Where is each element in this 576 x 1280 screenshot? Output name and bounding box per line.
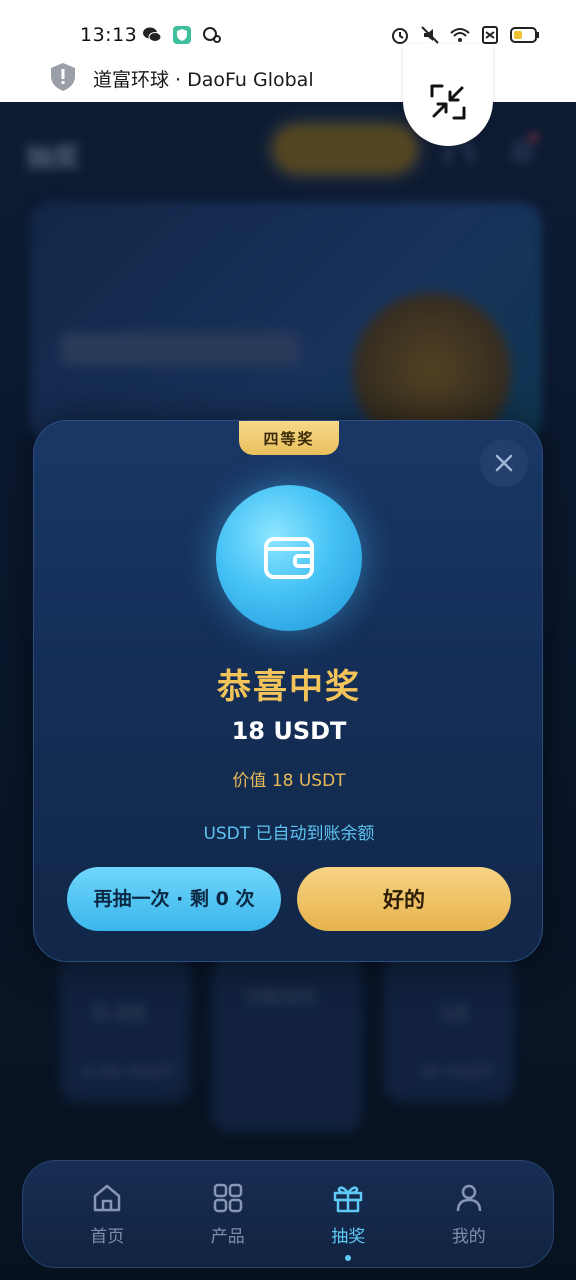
tab-products[interactable]: 产品 xyxy=(178,1182,278,1247)
notification-dot xyxy=(530,134,537,141)
banner-text xyxy=(60,332,300,366)
ok-button[interactable]: 好的 xyxy=(297,867,511,931)
gift-icon xyxy=(334,1185,363,1212)
active-tab-indicator xyxy=(345,1254,352,1261)
battery-icon xyxy=(510,27,539,43)
bottom-tab-bar: 首页 产品 抽奖 我的 xyxy=(22,1160,554,1268)
tab-label: 产品 xyxy=(210,1226,245,1247)
qq-icon xyxy=(203,27,221,43)
prize-card-value: 18 xyxy=(438,1002,469,1027)
tab-me[interactable]: 我的 xyxy=(419,1182,519,1247)
user-icon xyxy=(456,1184,481,1211)
prize-title: 恭喜中奖 xyxy=(217,667,361,707)
tab-label: 首页 xyxy=(90,1226,125,1247)
tab-home[interactable]: 首页 xyxy=(57,1182,157,1247)
app-shield-icon xyxy=(173,26,191,44)
close-button[interactable] xyxy=(480,439,528,487)
prize-note: USDT 已自动到账余额 xyxy=(203,824,375,844)
exit-fullscreen-button[interactable] xyxy=(403,44,493,146)
home-icon xyxy=(94,1184,121,1211)
tab-label: 我的 xyxy=(451,1226,486,1247)
site-title: 道富环球 · DaoFu Global xyxy=(93,69,314,91)
prize-tier-badge: 四等奖 xyxy=(239,421,339,455)
prize-card-value: 0.88 xyxy=(92,1002,147,1027)
prize-card-unit: 0.88 USDT xyxy=(82,1062,176,1081)
prize-card-label: 次数用完 xyxy=(244,988,316,1009)
sim-off-icon xyxy=(482,26,498,44)
tab-lottery[interactable]: 抽奖 xyxy=(298,1182,398,1261)
wechat-icon xyxy=(143,27,162,42)
wallet-icon xyxy=(264,537,314,579)
page-title: 抽奖 xyxy=(26,143,80,174)
balance-pill[interactable] xyxy=(274,126,416,172)
draw-again-label: 再抽一次 · 剩 0 次 xyxy=(93,888,255,910)
mute-icon xyxy=(421,26,439,44)
grid-icon xyxy=(213,1183,242,1212)
prize-card-unit: 18 USDT xyxy=(418,1062,495,1081)
wallet-orb xyxy=(216,485,362,631)
security-shield-icon[interactable] xyxy=(50,62,76,92)
alarm-icon xyxy=(392,28,408,44)
exit-fullscreen-icon xyxy=(430,84,466,120)
prize-card-center xyxy=(212,952,362,1132)
ok-label: 好的 xyxy=(383,888,425,912)
tab-label: 抽奖 xyxy=(331,1226,366,1247)
bell-icon[interactable] xyxy=(510,138,534,164)
close-icon xyxy=(495,454,513,472)
prize-amount: 18 USDT xyxy=(231,717,347,745)
draw-again-button[interactable]: 再抽一次 · 剩 0 次 xyxy=(67,867,281,931)
prize-modal: 四等奖 恭喜中奖 18 USDT 价值 18 USDT USDT 已自动到账余额… xyxy=(33,420,543,962)
prize-value: 价值 18 USDT xyxy=(232,771,346,791)
status-time: 13:13 xyxy=(80,24,138,46)
wifi-icon xyxy=(450,28,470,42)
